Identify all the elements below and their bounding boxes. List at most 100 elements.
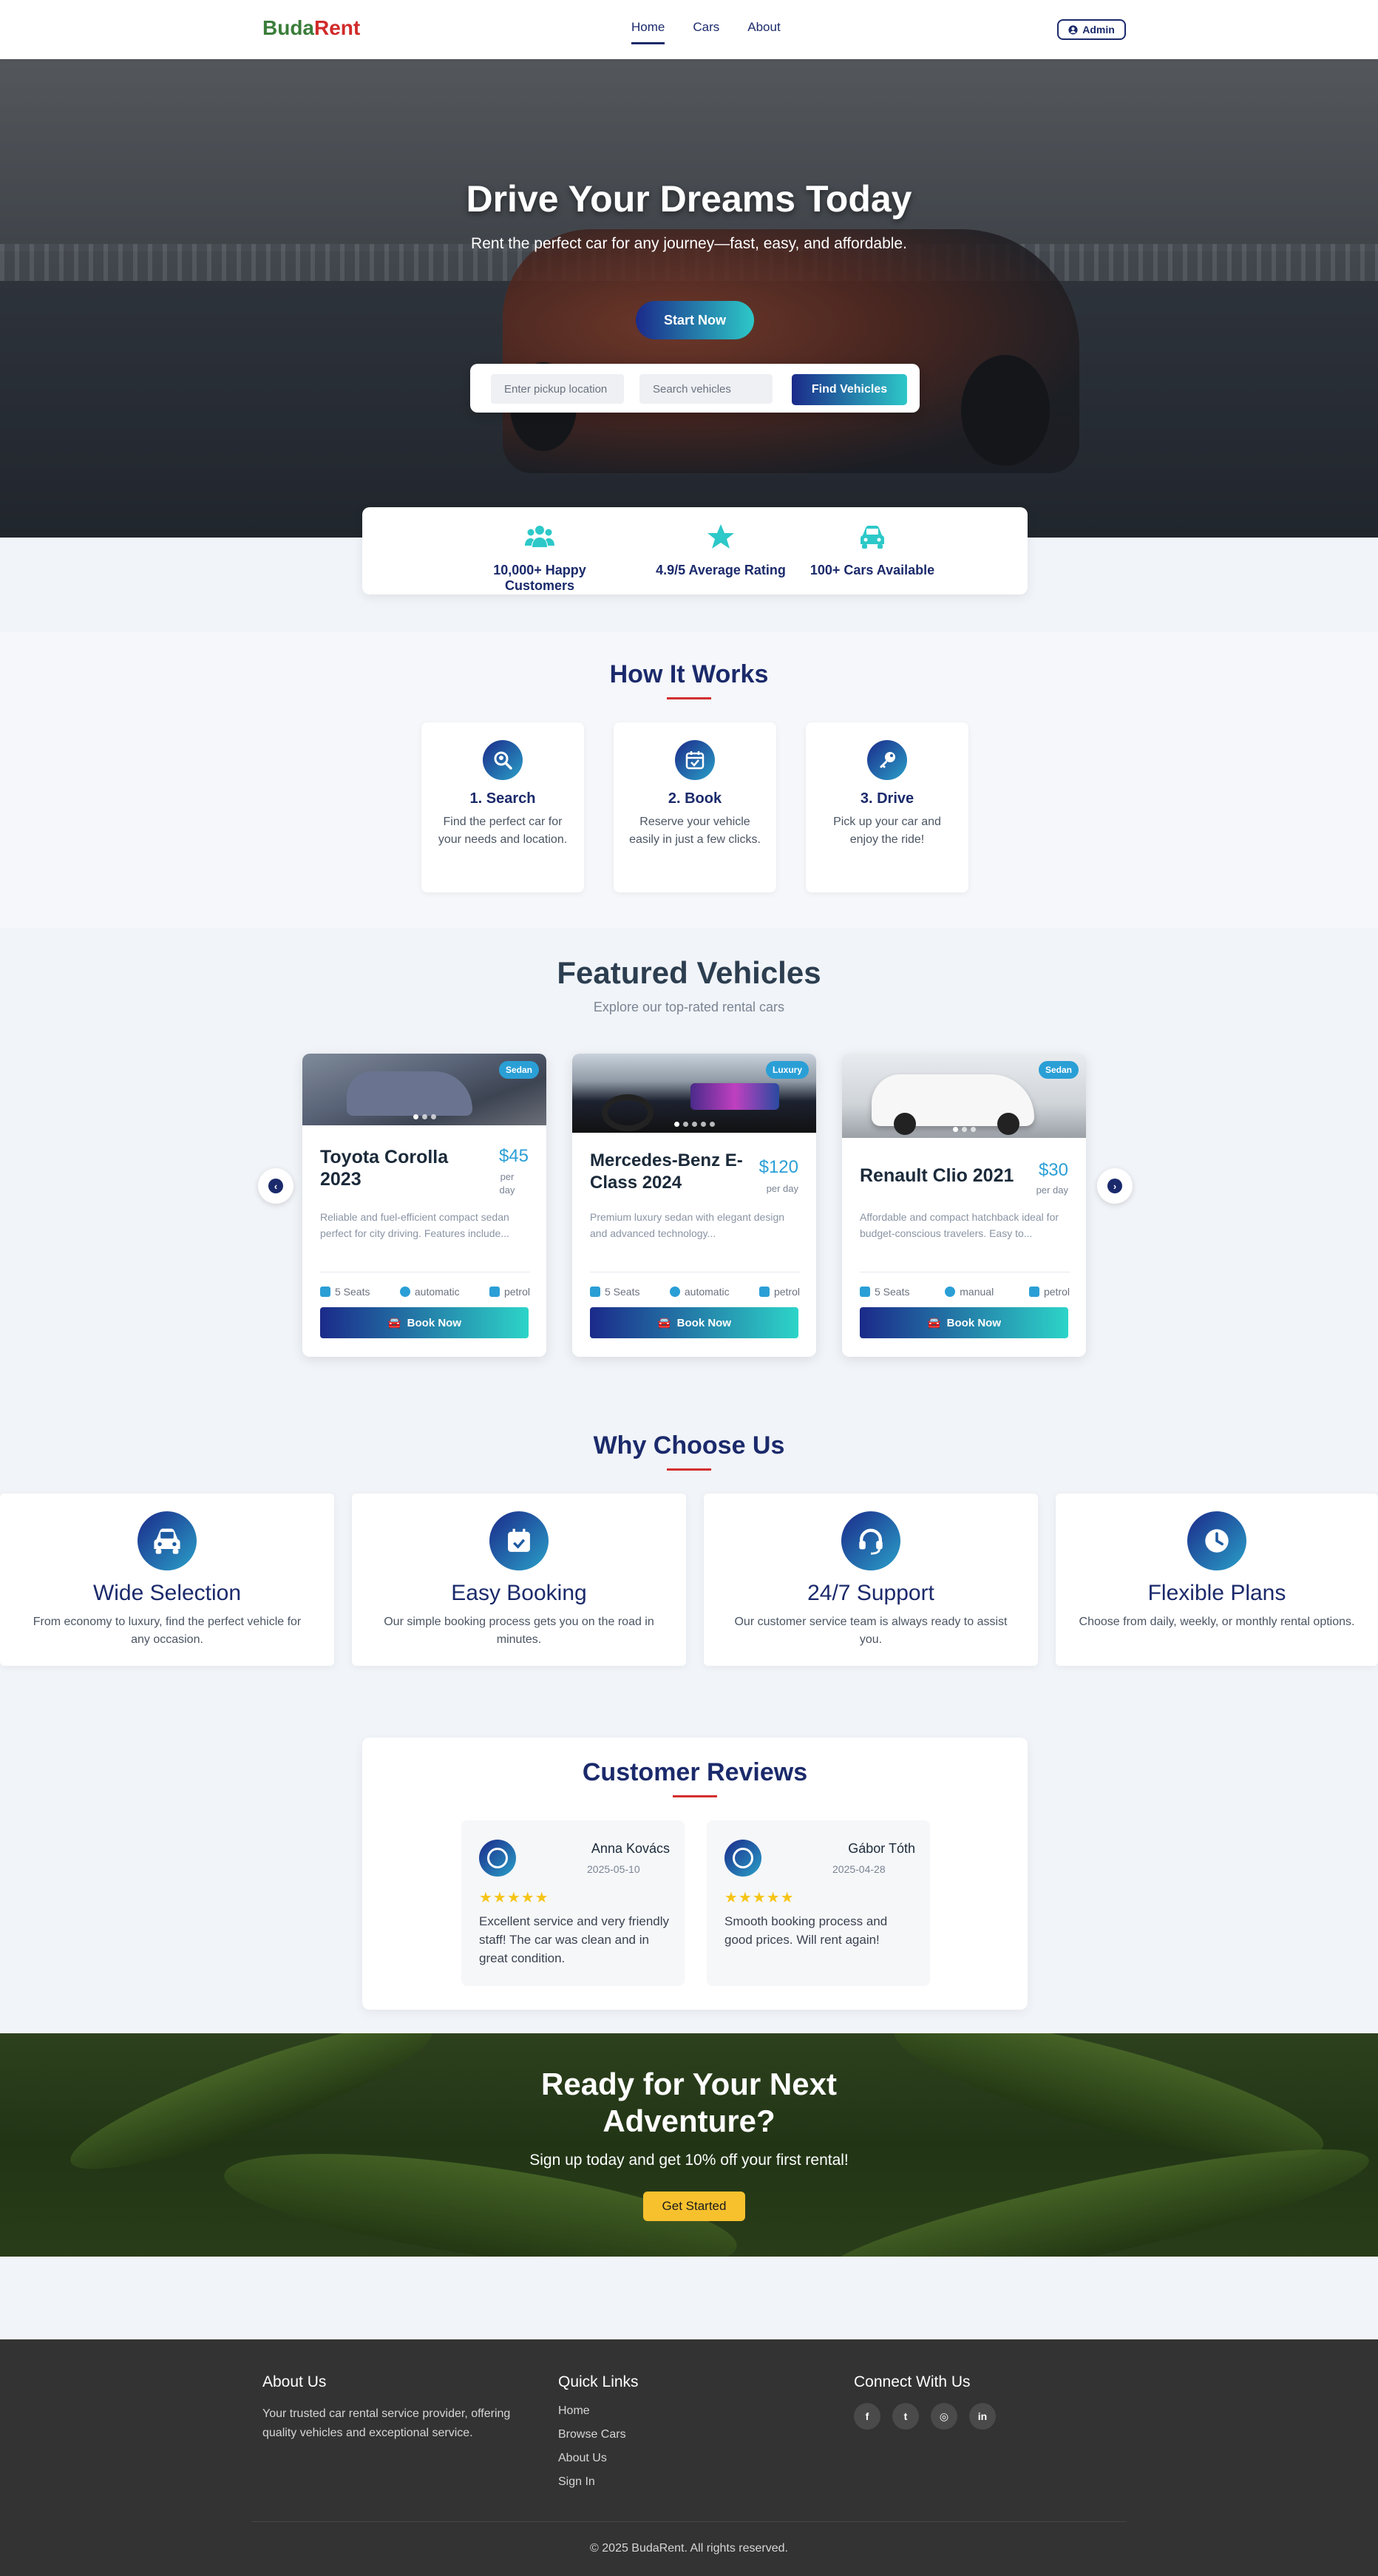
footer-link-about-us[interactable]: About Us (558, 2452, 607, 2465)
cta-section: Ready for Your Next Adventure? Sign up to… (0, 2033, 1378, 2257)
car-icon: 🚘 (387, 1317, 401, 1329)
why-item-text: Our simple booking process gets you on t… (384, 1616, 654, 1646)
logo[interactable]: BudaRent (262, 16, 360, 40)
transmission-spec: manual (945, 1286, 994, 1298)
user-circle-icon (1068, 24, 1078, 35)
stat-rating: 4.9/5 Average Rating (647, 523, 795, 578)
footer-connect-title: Connect With Us (854, 2373, 971, 2390)
find-vehicles-button[interactable]: Find Vehicles (792, 374, 907, 405)
book-now-button[interactable]: 🚘 Book Now (590, 1307, 798, 1338)
footer-divider (251, 2521, 1127, 2522)
vehicle-card[interactable]: Sedan Renault Clio 2021 $30 per day Affo… (842, 1054, 1086, 1357)
book-label: Book Now (676, 1316, 732, 1329)
footer-about-title: About Us (262, 2373, 327, 2390)
stat-cars: 100+ Cars Available (806, 523, 939, 578)
title-underline (667, 1468, 711, 1471)
image-dots[interactable] (302, 1114, 546, 1119)
seats-label: 5 Seats (875, 1286, 910, 1298)
step-text: Pick up your car and enjoy the ride! (833, 816, 941, 846)
book-now-button[interactable]: 🚘 Book Now (860, 1307, 1068, 1338)
fuel-label: petrol (503, 1286, 530, 1298)
hero-title: Drive Your Dreams Today (466, 178, 912, 220)
pickup-location-input[interactable]: Enter pickup location (491, 374, 624, 404)
search-vehicles-input[interactable]: Search vehicles (639, 374, 773, 404)
nav-link-home[interactable]: Home (631, 20, 665, 44)
why-item-title: Flexible Plans (1147, 1581, 1286, 1605)
stat-label: 100+ Cars Available (810, 563, 935, 577)
car-icon: 🚘 (926, 1317, 941, 1329)
vehicle-specs: 5 Seats manual petrol (860, 1272, 1070, 1298)
dashboard-screen (690, 1083, 779, 1110)
hero-subtitle: Rent the perfect car for any journey—fas… (471, 235, 907, 252)
step-card-search: 1. Search Find the perfect car for your … (421, 722, 584, 892)
get-started-button[interactable]: Get Started (643, 2192, 745, 2221)
carousel-next-button[interactable]: › (1097, 1168, 1133, 1204)
how-it-works-section: How It Works 1. Search Find the perfect … (0, 632, 1378, 928)
stats-bar: 10,000+ Happy Customers 4.9/5 Average Ra… (362, 507, 1028, 594)
why-card-selection: Wide Selection From economy to luxury, f… (0, 1494, 334, 1666)
fuel-pump-icon (758, 1287, 770, 1297)
admin-label: Admin (1082, 24, 1115, 35)
rating-stars: ★★★★★ (724, 1890, 795, 1906)
cta-subtitle: Sign up today and get 10% off your first… (529, 2152, 849, 2169)
book-label: Book Now (946, 1316, 1002, 1329)
review-text: Excellent service and very friendly staf… (479, 1914, 670, 1965)
vehicle-price: $45 (498, 1146, 529, 1166)
review-text: Smooth booking process and good prices. … (724, 1914, 888, 1947)
about-text-line1: Your trusted car rental service provider… (262, 2407, 511, 2420)
image-dots[interactable] (842, 1127, 1086, 1132)
seats-spec: 5 Seats (590, 1286, 639, 1298)
start-now-button[interactable]: Start Now (636, 301, 754, 339)
featured-title: Featured Vehicles (557, 955, 821, 990)
key-icon (867, 740, 907, 780)
footer-link-sign-in[interactable]: Sign In (558, 2475, 595, 2489)
vehicle-specs: 5 Seats automatic petrol (320, 1272, 530, 1298)
linkedin-icon[interactable]: in (969, 2403, 996, 2430)
transmission-spec: automatic (399, 1286, 460, 1298)
admin-button[interactable]: Admin (1057, 19, 1126, 40)
price-unit: per day (1036, 1184, 1068, 1196)
why-title: Why Choose Us (593, 1431, 785, 1460)
clock-icon (1187, 1511, 1246, 1570)
vehicle-card[interactable]: Sedan Toyota Corolla 2023 $45 per day Re… (302, 1054, 546, 1357)
reviewer-name: Gábor Tóth (848, 1841, 915, 1856)
nav-link-cars[interactable]: Cars (693, 20, 719, 44)
reviewer-name: Anna Kovács (591, 1841, 670, 1856)
book-now-button[interactable]: 🚘 Book Now (320, 1307, 529, 1338)
review-card: Anna Kovács 2025-05-10 ★★★★★ Excellent s… (461, 1820, 685, 1986)
calendar-check-icon (489, 1511, 549, 1570)
fuel-label: petrol (1043, 1286, 1070, 1298)
step-text: Reserve your vehicle easily in just a fe… (629, 816, 761, 846)
footer-link-home[interactable]: Home (558, 2404, 590, 2418)
chevron-left-icon: ‹ (268, 1179, 283, 1193)
cta-title-line1: Ready for Your Next (541, 2067, 837, 2101)
seats-label: 5 Seats (605, 1286, 640, 1298)
copyright: © 2025 BudaRent. All rights reserved. (590, 2542, 788, 2555)
twitter-icon[interactable]: t (892, 2403, 919, 2430)
category-badge: Sedan (498, 1061, 539, 1079)
nav-link-about[interactable]: About (747, 20, 780, 44)
stat-customers: 10,000+ Happy Customers (458, 523, 621, 594)
title-underline (673, 1795, 717, 1797)
why-item-text: From economy to luxury, find the perfect… (33, 1616, 302, 1646)
vehicle-description: Affordable and compact hatchback ideal f… (860, 1211, 1059, 1239)
transmission-label: automatic (414, 1286, 460, 1298)
vehicle-card[interactable]: Luxury Mercedes-Benz E-Class 2024 $120 p… (572, 1054, 816, 1357)
carousel-prev-button[interactable]: ‹ (258, 1168, 293, 1204)
facebook-icon[interactable]: f (854, 2403, 880, 2430)
car-icon (861, 526, 884, 549)
fuel-spec: petrol (1028, 1286, 1070, 1298)
hero-section: Drive Your Dreams Today Rent the perfect… (0, 59, 1378, 538)
users-icon (860, 1287, 870, 1297)
how-title: How It Works (609, 660, 769, 688)
image-dots[interactable] (572, 1122, 816, 1127)
rating-stars: ★★★★★ (479, 1890, 549, 1906)
featured-subtitle: Explore our top-rated rental cars (593, 1000, 785, 1014)
footer-link-browse-cars[interactable]: Browse Cars (558, 2428, 626, 2441)
footer-about-text: Your trusted car rental service provider… (262, 2404, 510, 2443)
step-title: 2. Book (668, 790, 722, 807)
footer-links-title: Quick Links (558, 2373, 639, 2390)
seats-spec: 5 Seats (860, 1286, 909, 1298)
instagram-icon[interactable]: ◎ (931, 2403, 957, 2430)
fuel-label: petrol (773, 1286, 800, 1298)
